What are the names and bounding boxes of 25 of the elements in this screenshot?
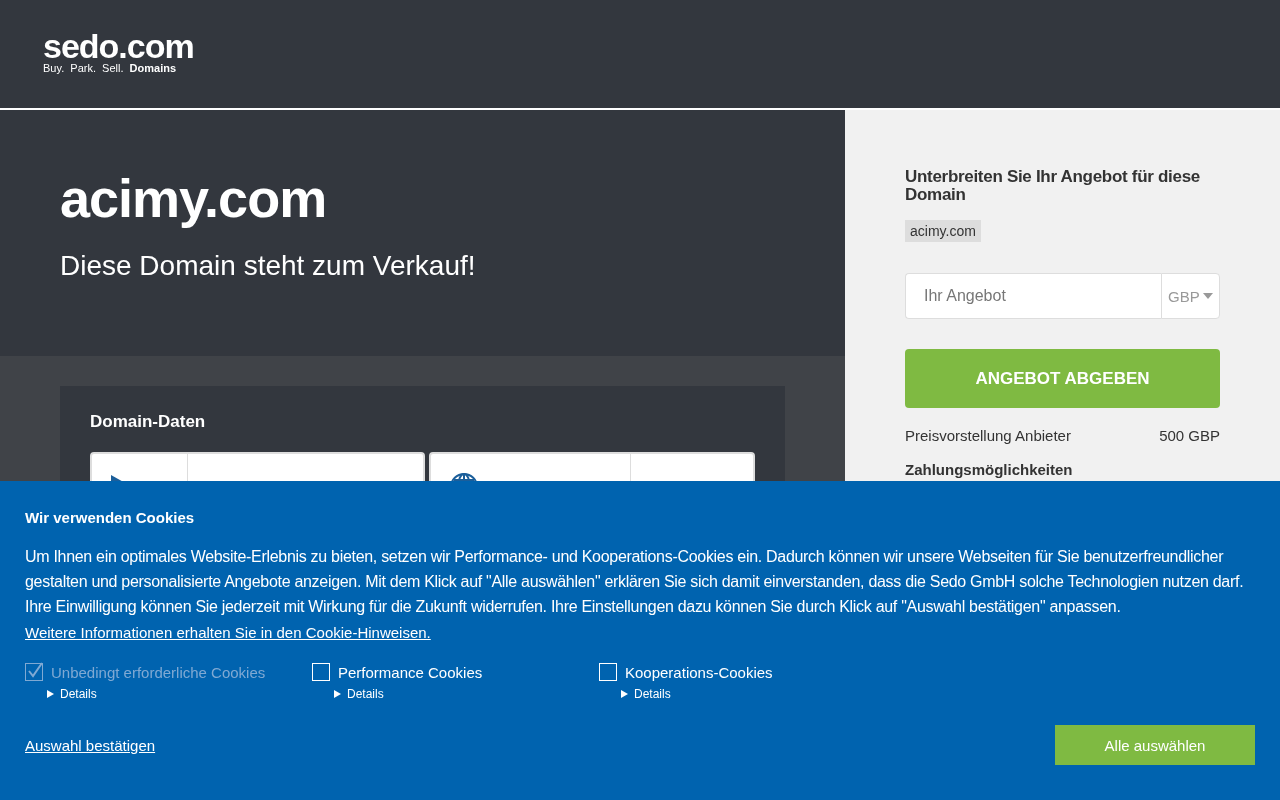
banner-title: Wir verwenden Cookies bbox=[25, 509, 196, 526]
domain-tag: acimy.com bbox=[905, 220, 981, 242]
price-label: Preisvorstellung Anbieter bbox=[905, 427, 1071, 444]
domain-title: acimy.com bbox=[60, 167, 328, 228]
banner-text: Um Ihnen ein optimales Website-Erlebnis zu bieten, setzen wir Performance- und Kooperations-Cookies ein. Dadurch können wir unsere Webseiten für Sie benutzerfreundlicher gestalten und personalisierte Angebote anzeigen. Mit dem Klick auf "Alle auswählen" erklären Sie sich damit einverstanden, dass die Sedo GmbH solche Technologien nutzen darf. Ihre Einwilligung können Sie jederzeit mit Wirkung für die Zukunft widerrufen. Ihre Einstellungen dazu können Sie durch Klick auf "Auswahl bestätigen" anpassen. bbox=[25, 547, 1245, 617]
offer-amount-field[interactable]: Ihr Angebot bbox=[905, 273, 1161, 319]
triangle-icon bbox=[334, 690, 341, 698]
cookie-info-link[interactable]: Weitere Informationen erhalten Sie in den Cookie-Hinweisen. bbox=[25, 624, 431, 641]
price-value: 500 GBP bbox=[1159, 427, 1220, 444]
checkbox-label: Unbedingt erforderliche Cookies bbox=[51, 663, 266, 681]
offer-heading: Unterbreiten Sie Ihr Angebot für diese Domain bbox=[905, 168, 1201, 204]
checkbox-label: Kooperations-Cookies bbox=[625, 663, 773, 681]
payment-heading: Zahlungsmöglichkeiten bbox=[905, 461, 1074, 478]
checkbox[interactable] bbox=[599, 663, 617, 681]
logo[interactable]: sedo.com Buy. Park. Sell. Domains bbox=[43, 31, 194, 75]
checkbox-label: Performance Cookies bbox=[338, 663, 483, 681]
checkbox[interactable] bbox=[312, 663, 330, 681]
confirm-selection-link[interactable]: Auswahl bestätigen bbox=[25, 736, 156, 754]
details-toggle[interactable]: Details bbox=[621, 687, 671, 701]
triangle-icon bbox=[47, 690, 54, 698]
subtitle: Diese Domain steht zum Verkauf! bbox=[60, 250, 477, 282]
section-title: Domain-Daten bbox=[90, 412, 207, 432]
details-toggle[interactable]: Details bbox=[334, 687, 384, 701]
caret-icon bbox=[1203, 293, 1213, 299]
triangle-icon bbox=[621, 690, 628, 698]
